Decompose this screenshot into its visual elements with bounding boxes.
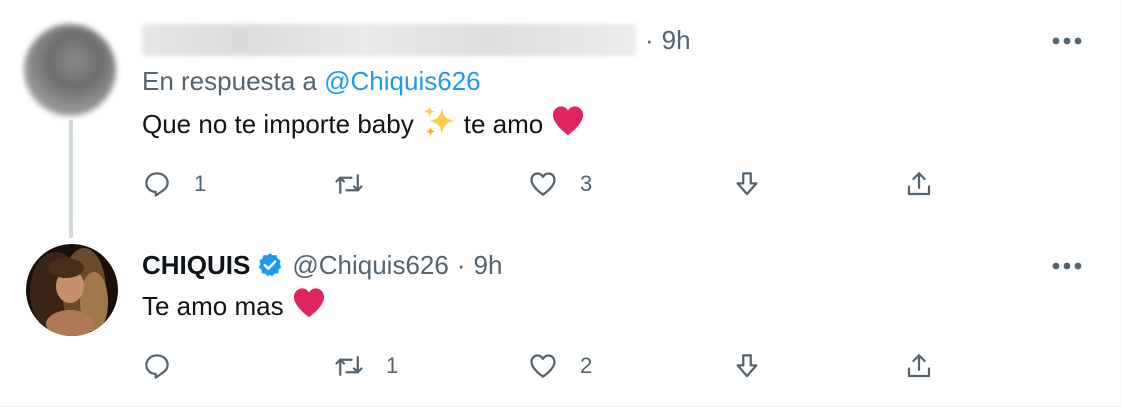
share-button[interactable]	[904, 166, 934, 202]
red-heart-emoji	[551, 105, 585, 144]
avatar[interactable]	[26, 244, 118, 336]
heart-outline-icon	[530, 172, 556, 196]
tweet-text-part-2: te amo	[463, 108, 544, 139]
time-separator: ·	[456, 249, 466, 280]
share-icon	[907, 354, 931, 378]
reply-context: En respuesta a @Chiquis626	[142, 66, 481, 97]
reply-to-handle-link[interactable]: @Chiquis626	[324, 66, 480, 96]
reply-button[interactable]	[142, 348, 194, 384]
more-options-button[interactable]	[1047, 26, 1087, 56]
timestamp[interactable]: 9h	[662, 25, 691, 56]
more-options-button[interactable]	[1047, 251, 1087, 281]
like-count: 2	[580, 353, 593, 378]
like-button[interactable]: 2	[528, 348, 592, 384]
share-icon	[907, 172, 931, 196]
tweet-actions: 1 2	[142, 348, 942, 384]
retweet-count: 1	[386, 353, 399, 378]
sparkles-emoji	[422, 104, 456, 145]
tweet-header: · 9h	[142, 20, 691, 60]
retweet-icon	[335, 356, 363, 376]
red-heart-emoji	[292, 287, 326, 326]
tweet-actions: 1 3	[142, 166, 942, 202]
verified-badge-icon	[259, 253, 282, 277]
reply-context-label: En respuesta a	[142, 66, 317, 96]
timestamp[interactable]: 9h	[474, 250, 503, 281]
author-handle[interactable]: @Chiquis626	[292, 250, 448, 281]
retweet-button[interactable]	[334, 166, 386, 202]
reply-tweet[interactable]: · 9h En respuesta a @Chiquis626 Que no t…	[0, 0, 1121, 220]
like-button[interactable]: 3	[528, 166, 592, 202]
reply-button[interactable]: 1	[142, 166, 206, 202]
reply-icon	[145, 354, 169, 379]
retweet-button[interactable]: 1	[334, 348, 398, 384]
tweet-header: CHIQUIS @Chiquis626 · 9h	[142, 248, 502, 282]
down-arrow-icon	[736, 354, 758, 378]
retweet-icon	[335, 174, 363, 194]
tweet-text-part-1: Que no te importe baby	[142, 108, 414, 139]
main-tweet[interactable]: CHIQUIS @Chiquis626 · 9h Te amo mas 1 2	[0, 220, 1121, 406]
more-dots-icon	[1052, 37, 1082, 45]
author-display-name[interactable]: CHIQUIS	[142, 250, 250, 281]
reply-icon	[145, 172, 169, 197]
heart-outline-icon	[530, 354, 556, 378]
share-button[interactable]	[904, 348, 934, 384]
down-arrow-icon	[736, 172, 758, 196]
avatar[interactable]	[24, 24, 116, 116]
downvote-button[interactable]	[732, 348, 762, 384]
more-dots-icon	[1052, 262, 1082, 270]
tweet-text: Te amo mas	[142, 287, 334, 326]
time-separator: ·	[645, 24, 654, 55]
reply-count: 1	[194, 171, 207, 196]
like-count: 3	[580, 171, 593, 196]
tweet-text-part-1: Te amo mas	[142, 290, 284, 321]
tweet-text: Que no te importe baby te amo	[142, 104, 593, 145]
downvote-button[interactable]	[732, 166, 762, 202]
blurred-author-name[interactable]	[142, 24, 637, 56]
